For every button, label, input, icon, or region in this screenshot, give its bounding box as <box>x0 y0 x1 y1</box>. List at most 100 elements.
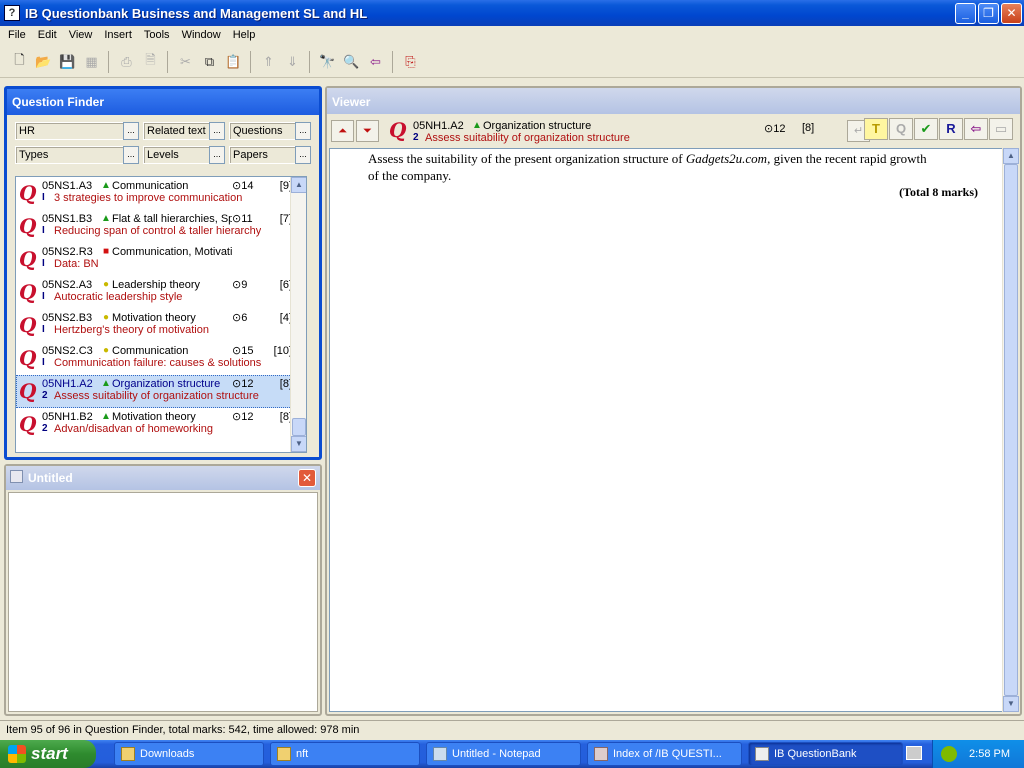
filter-related-text-button[interactable]: ... <box>209 122 225 140</box>
scroll-thumb[interactable] <box>292 418 306 436</box>
filter-papers[interactable]: Papers ... <box>229 146 311 164</box>
question-row[interactable]: Q 05NS2.B3 ● Motivation theory ⊙6 [4] I Hertzbe… <box>16 309 306 342</box>
start-button[interactable]: start <box>0 740 96 768</box>
task-downloads[interactable]: Downloads <box>114 742 264 766</box>
toolbar-separator <box>392 50 398 73</box>
print-icon[interactable]: ⎙ <box>115 51 138 73</box>
move-up-icon[interactable]: ⇑ <box>257 51 280 73</box>
untitled-panel: Untitled ✕ <box>4 464 322 716</box>
question-list-scrollbar[interactable]: ▲ ▼ <box>290 177 306 452</box>
keyboard-icon[interactable] <box>906 746 922 760</box>
previous-question-icon[interactable]: ⏶ <box>331 120 354 142</box>
markscheme-icon[interactable]: Q <box>889 118 913 140</box>
new-icon[interactable]: 🗋 <box>8 51 31 73</box>
close-button[interactable]: ✕ <box>1001 3 1022 24</box>
cut-icon[interactable]: ✂ <box>174 51 197 73</box>
question-time-value: 11 <box>241 213 253 225</box>
viewer-scroll-down[interactable]: ▼ <box>1003 696 1019 712</box>
question-q-icon: Q <box>19 379 37 403</box>
task-browser[interactable]: Index of /IB QUESTI... <box>587 742 742 766</box>
question-marks: [6] <box>279 278 292 291</box>
task-ib-questionbank[interactable]: IB QuestionBank <box>748 742 903 766</box>
clock-icon: ⊙ <box>232 279 242 291</box>
menu-insert[interactable]: Insert <box>98 29 138 41</box>
question-row[interactable]: Q 05NS1.A3 ▲ Communication ⊙14 [9] I 3 strategi… <box>16 177 306 210</box>
menu-view[interactable]: View <box>63 29 99 41</box>
question-code: 05NS2.A3 <box>42 278 93 291</box>
open-folder-icon[interactable]: 📂 <box>32 51 55 73</box>
filter-types-button[interactable]: ... <box>123 146 139 164</box>
menu-tools[interactable]: Tools <box>138 29 176 41</box>
minimize-button[interactable]: _ <box>955 3 976 24</box>
folder-icon <box>121 747 135 761</box>
menu-edit[interactable]: Edit <box>32 29 63 41</box>
back-arrow-icon[interactable]: ⇦ <box>364 51 387 73</box>
filter-papers-value: Papers <box>229 146 295 164</box>
copy-icon[interactable]: ⧉ <box>198 51 221 73</box>
question-time-value: 9 <box>241 279 248 291</box>
question-text-before: Assess the suitability of the present or… <box>368 151 686 166</box>
viewer-content[interactable]: Assess the suitability of the present or… <box>329 148 1005 712</box>
zoom-icon[interactable]: 🔍 <box>340 51 363 73</box>
scroll-down-arrow[interactable]: ▼ <box>291 436 306 452</box>
triangle-type-icon: ▲ <box>101 180 111 191</box>
filter-topic[interactable]: HR ... <box>15 122 139 140</box>
filter-levels[interactable]: Levels ... <box>143 146 225 164</box>
next-question-icon[interactable]: ⏷ <box>356 120 379 142</box>
question-topic: Organization structure <box>112 377 221 390</box>
clock-icon: ⊙ <box>764 123 774 135</box>
scroll-up-arrow[interactable]: ▲ <box>291 177 306 193</box>
paste-icon[interactable]: 📋 <box>222 51 245 73</box>
question-level: I <box>42 291 45 302</box>
question-row[interactable]: Q 05NH1.B2 ▲ Motivation theory ⊙12 [8] 2 Advan/… <box>16 408 306 441</box>
menu-file[interactable]: File <box>2 29 32 41</box>
checkmark-icon[interactable]: ✔ <box>914 118 938 140</box>
question-row[interactable]: Q 05NS1.B3 ▲ Flat & tall hierarchies, Spa ⊙1… <box>16 210 306 243</box>
untitled-titlebar: Untitled ✕ <box>6 466 320 490</box>
circle-type-icon: ● <box>102 345 110 356</box>
question-topic: Leadership theory <box>112 278 201 291</box>
question-marks: [8] <box>279 410 292 423</box>
save-icon[interactable]: 💾 <box>56 51 79 73</box>
save-all-icon[interactable]: ▦ <box>80 51 103 73</box>
menu-window[interactable]: Window <box>176 29 227 41</box>
viewer-scroll-up[interactable]: ▲ <box>1003 148 1019 164</box>
find-icon[interactable]: 🔭 <box>316 51 339 73</box>
viewer-scrollbar[interactable]: ▲ ▼ <box>1002 148 1019 712</box>
filter-papers-button[interactable]: ... <box>295 146 311 164</box>
task-notepad[interactable]: Untitled - Notepad <box>426 742 581 766</box>
question-time: ⊙12 <box>232 377 268 390</box>
question-row[interactable]: Q 05NS2.R3 ■Communication, Motivation theo… <box>16 243 306 276</box>
move-down-icon[interactable]: ⇓ <box>281 51 304 73</box>
reference-icon[interactable]: R <box>939 118 963 140</box>
question-row[interactable]: Q 05NH1.A2 ▲ Organization structure ⊙12 [8] 2 A… <box>16 375 306 408</box>
viewer-scroll-thumb[interactable] <box>1004 164 1018 696</box>
untitled-close-button[interactable]: ✕ <box>298 469 316 487</box>
filter-questions-button[interactable]: ... <box>295 122 311 140</box>
restore-button[interactable]: ❐ <box>978 3 999 24</box>
question-q-icon: Q <box>19 181 37 205</box>
exit-icon[interactable]: ⎘ <box>399 51 422 73</box>
question-finder-panel: Question Finder HR ... Related text ... … <box>4 86 322 460</box>
circle-type-icon: ● <box>102 279 110 290</box>
clock-icon: ⊙ <box>232 180 242 192</box>
filter-levels-button[interactable]: ... <box>209 146 225 164</box>
filter-topic-button[interactable]: ... <box>123 122 139 140</box>
text-highlight-icon[interactable]: T <box>864 118 888 140</box>
menu-help[interactable]: Help <box>227 29 262 41</box>
question-description: Advan/disadvan of homeworking <box>54 423 213 435</box>
question-row[interactable]: Q 05NS2.A3 ● Leadership theory ⊙9 [6] I Autocra… <box>16 276 306 309</box>
network-icon[interactable] <box>941 746 958 762</box>
question-time-value: 12 <box>241 411 254 423</box>
question-time: ⊙14 <box>232 179 268 192</box>
back-icon[interactable]: ⇦ <box>964 118 988 140</box>
filter-types[interactable]: Types ... <box>15 146 139 164</box>
question-time-value: 6 <box>241 312 248 324</box>
print-preview-icon[interactable]: 🗎 <box>139 51 162 73</box>
filter-questions[interactable]: Questions ... <box>229 122 311 140</box>
question-row[interactable]: Q 05NS2.C3 ● Communication ⊙15 [10] I Communica… <box>16 342 306 375</box>
filter-related-text[interactable]: Related text ... <box>143 122 225 140</box>
untitled-content-area[interactable] <box>8 492 318 712</box>
task-nft[interactable]: nft <box>270 742 420 766</box>
window-icon[interactable]: ▭ <box>989 118 1013 140</box>
